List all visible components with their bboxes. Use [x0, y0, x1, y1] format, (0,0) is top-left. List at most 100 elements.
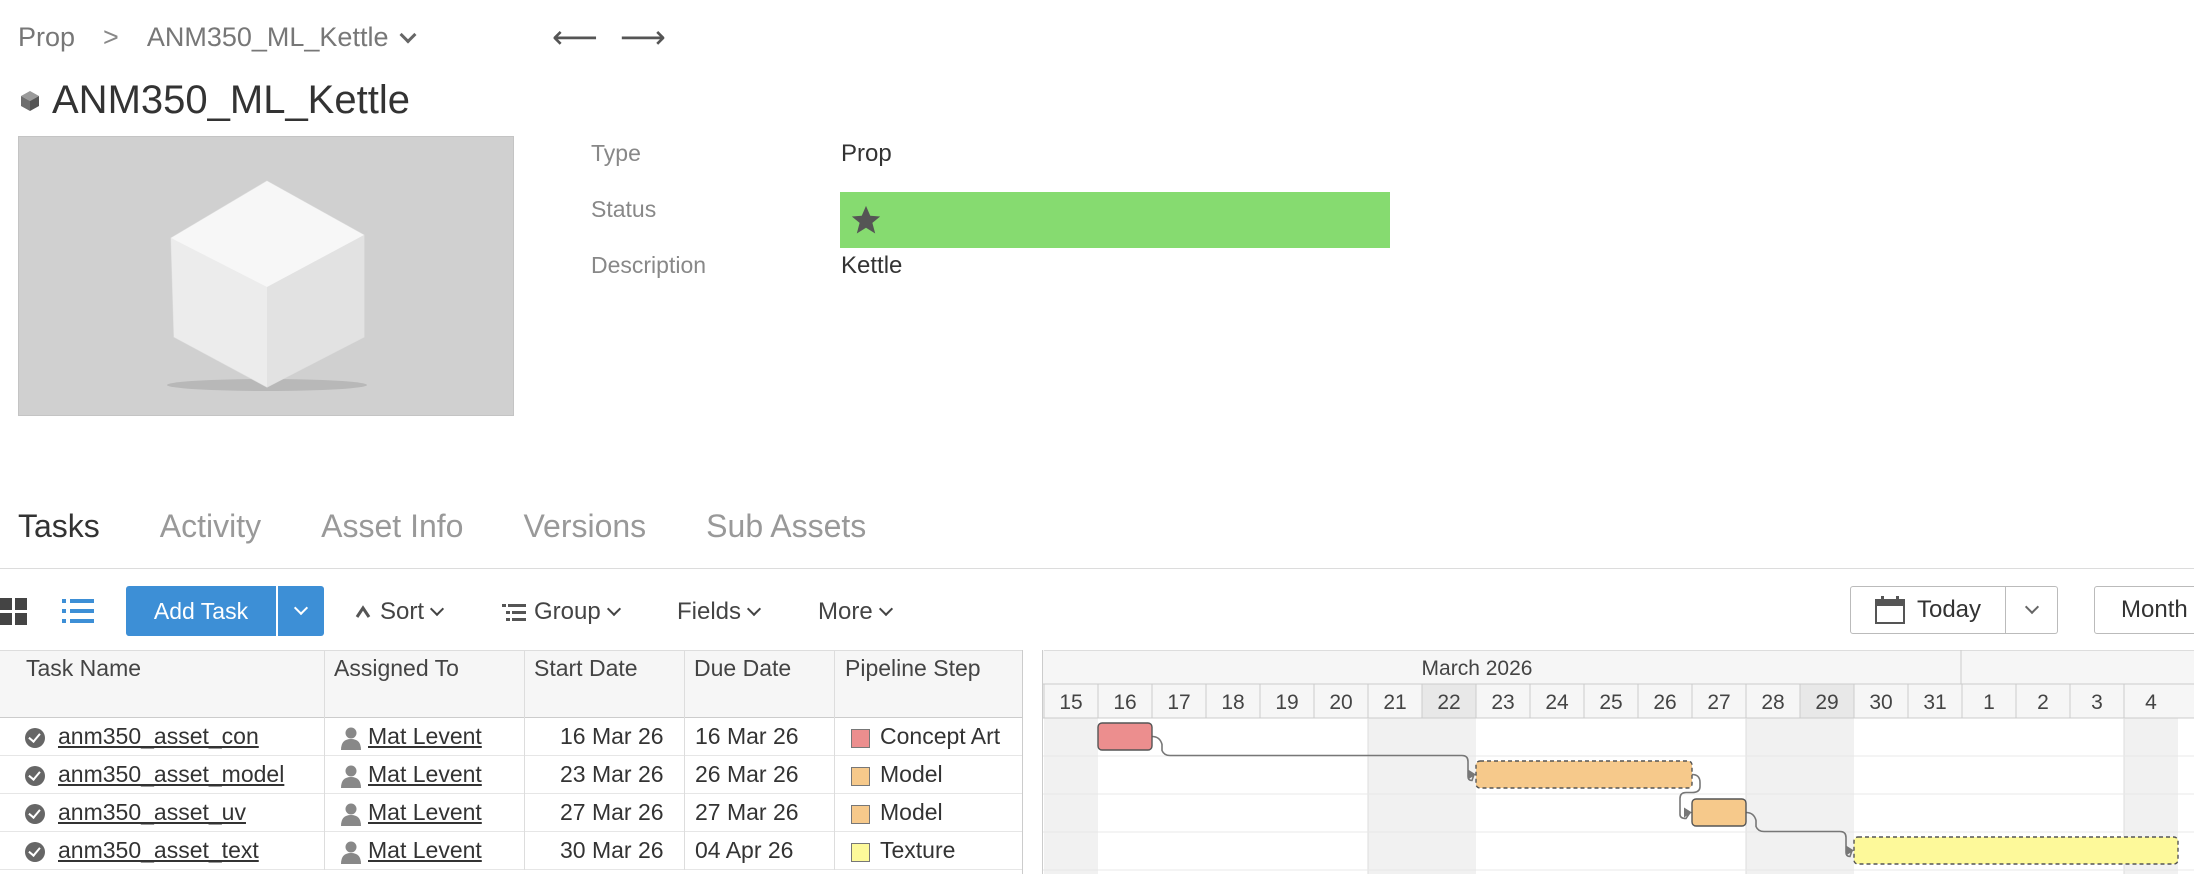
task-name-link[interactable]: anm350_asset_text — [58, 837, 259, 864]
start-date[interactable]: 27 Mar 26 — [560, 799, 664, 826]
today-dropdown[interactable] — [2006, 586, 2058, 634]
column-header-due-date[interactable]: Due Date — [694, 655, 791, 682]
start-date[interactable]: 16 Mar 26 — [560, 723, 664, 750]
gantt-bar[interactable] — [1475, 760, 1693, 789]
month-button[interactable]: Month — [2094, 586, 2194, 634]
chevron-down-icon — [429, 601, 445, 617]
asset-thumbnail[interactable] — [18, 136, 514, 416]
task-name-link[interactable]: anm350_asset_uv — [58, 799, 246, 826]
status-label: Status — [591, 196, 657, 222]
pipeline-step[interactable]: Model — [880, 761, 943, 788]
day-label: 2 — [2037, 691, 2049, 714]
column-header-assigned-to[interactable]: Assigned To — [334, 655, 459, 682]
day-label: 31 — [1923, 691, 1946, 714]
day-label: 28 — [1761, 691, 1784, 714]
group-button[interactable]: Group — [502, 598, 621, 626]
breadcrumb-separator: > — [103, 22, 119, 52]
column-header-task-name[interactable]: Task Name — [26, 655, 141, 682]
assignee-link[interactable]: Mat Levent — [368, 723, 482, 750]
description-label: Description — [591, 252, 707, 278]
assignee-link[interactable]: Mat Levent — [368, 799, 482, 826]
column-divider — [684, 718, 685, 756]
tab-asset-info[interactable]: Asset Info — [321, 508, 463, 545]
description-value[interactable]: Kettle — [841, 252, 902, 280]
day-label: 25 — [1599, 691, 1622, 714]
status-field[interactable] — [840, 192, 1390, 248]
task-status-icon[interactable] — [25, 804, 45, 824]
breadcrumb-current[interactable]: ANM350_ML_Kettle — [147, 22, 417, 53]
day-label: 29 — [1815, 691, 1838, 714]
tab-sub-assets[interactable]: Sub Assets — [706, 508, 866, 545]
day-label: 4 — [2145, 691, 2157, 714]
day-label: 23 — [1491, 691, 1514, 714]
pipeline-step[interactable]: Concept Art — [880, 723, 1000, 750]
column-divider — [324, 718, 325, 756]
today-button[interactable]: Today — [1850, 586, 2006, 634]
day-label: 30 — [1869, 691, 1892, 714]
day-label: 1 — [1983, 691, 1995, 714]
pipeline-step[interactable]: Texture — [880, 837, 955, 864]
tab-activity[interactable]: Activity — [160, 508, 261, 545]
start-date[interactable]: 30 Mar 26 — [560, 837, 664, 864]
column-divider — [324, 756, 325, 794]
pipeline-step[interactable]: Model — [880, 799, 943, 826]
task-status-icon[interactable] — [25, 842, 45, 862]
grid-view-icon[interactable] — [0, 596, 28, 626]
column-divider — [834, 832, 835, 870]
tabs-divider — [0, 568, 2194, 569]
column-header-start-date[interactable]: Start Date — [534, 655, 638, 682]
star-icon — [851, 205, 881, 234]
fields-button[interactable]: Fields — [677, 598, 762, 626]
table-row[interactable]: anm350_asset_model Mat Levent 23 Mar 26 26 … — [0, 756, 1022, 794]
table-row[interactable]: anm350_asset_con Mat Levent 16 Mar 26 16 Ma… — [0, 718, 1022, 756]
chevron-down-icon[interactable] — [399, 26, 417, 44]
splitter[interactable] — [1022, 650, 1043, 874]
column-divider — [684, 794, 685, 832]
list-view-icon[interactable] — [62, 598, 94, 624]
chevron-down-icon — [293, 600, 309, 616]
chevron-down-icon — [2024, 599, 2039, 615]
table-row[interactable]: anm350_asset_uv Mat Levent 27 Mar 26 27 Mar… — [0, 794, 1022, 832]
gantt-bar[interactable] — [1853, 836, 2179, 865]
due-date[interactable]: 04 Apr 26 — [695, 837, 793, 864]
weekend-shade — [1044, 718, 1098, 874]
user-icon — [341, 727, 361, 750]
tab-versions[interactable]: Versions — [523, 508, 646, 545]
placeholder-cube-icon — [167, 180, 367, 391]
task-name-link[interactable]: anm350_asset_con — [58, 723, 259, 750]
user-icon — [341, 765, 361, 788]
gantt-bar[interactable] — [1691, 798, 1747, 827]
add-task-dropdown[interactable] — [278, 586, 324, 636]
column-divider — [524, 756, 525, 794]
column-divider — [324, 832, 325, 870]
gantt-header-border — [1044, 650, 2194, 651]
chevron-down-icon — [606, 601, 621, 617]
add-task-button[interactable]: Add Task — [126, 586, 276, 636]
task-name-link[interactable]: anm350_asset_model — [58, 761, 284, 788]
user-icon — [341, 841, 361, 864]
column-divider — [524, 651, 525, 719]
sort-button[interactable]: Sort — [354, 598, 445, 626]
day-label: 26 — [1653, 691, 1676, 714]
day-label: 20 — [1329, 691, 1352, 714]
due-date[interactable]: 27 Mar 26 — [695, 799, 799, 826]
assignee-link[interactable]: Mat Levent — [368, 761, 482, 788]
task-status-icon[interactable] — [25, 728, 45, 748]
day-label: 24 — [1545, 691, 1569, 714]
column-header-pipeline-step[interactable]: Pipeline Step — [845, 655, 981, 682]
breadcrumb-root[interactable]: Prop — [18, 22, 75, 53]
due-date[interactable]: 16 Mar 26 — [695, 723, 799, 750]
due-date[interactable]: 26 Mar 26 — [695, 761, 799, 788]
back-arrow-icon[interactable]: ⟵ — [552, 18, 598, 56]
table-row[interactable]: anm350_asset_text Mat Levent 30 Mar 26 04 A… — [0, 832, 1022, 870]
gantt-bar[interactable] — [1097, 722, 1153, 751]
tab-tasks[interactable]: Tasks — [18, 508, 100, 545]
day-label: 21 — [1383, 691, 1406, 714]
gantt-chart: March 202615 16 17 18 19 20 21 22 23 24 25 26 27 28 29… — [1043, 650, 2194, 874]
assignee-link[interactable]: Mat Levent — [368, 837, 482, 864]
forward-arrow-icon[interactable]: ⟶ — [620, 18, 666, 56]
start-date[interactable]: 23 Mar 26 — [560, 761, 664, 788]
type-value[interactable]: Prop — [841, 140, 892, 168]
task-status-icon[interactable] — [25, 766, 45, 786]
more-button[interactable]: More — [818, 598, 893, 626]
